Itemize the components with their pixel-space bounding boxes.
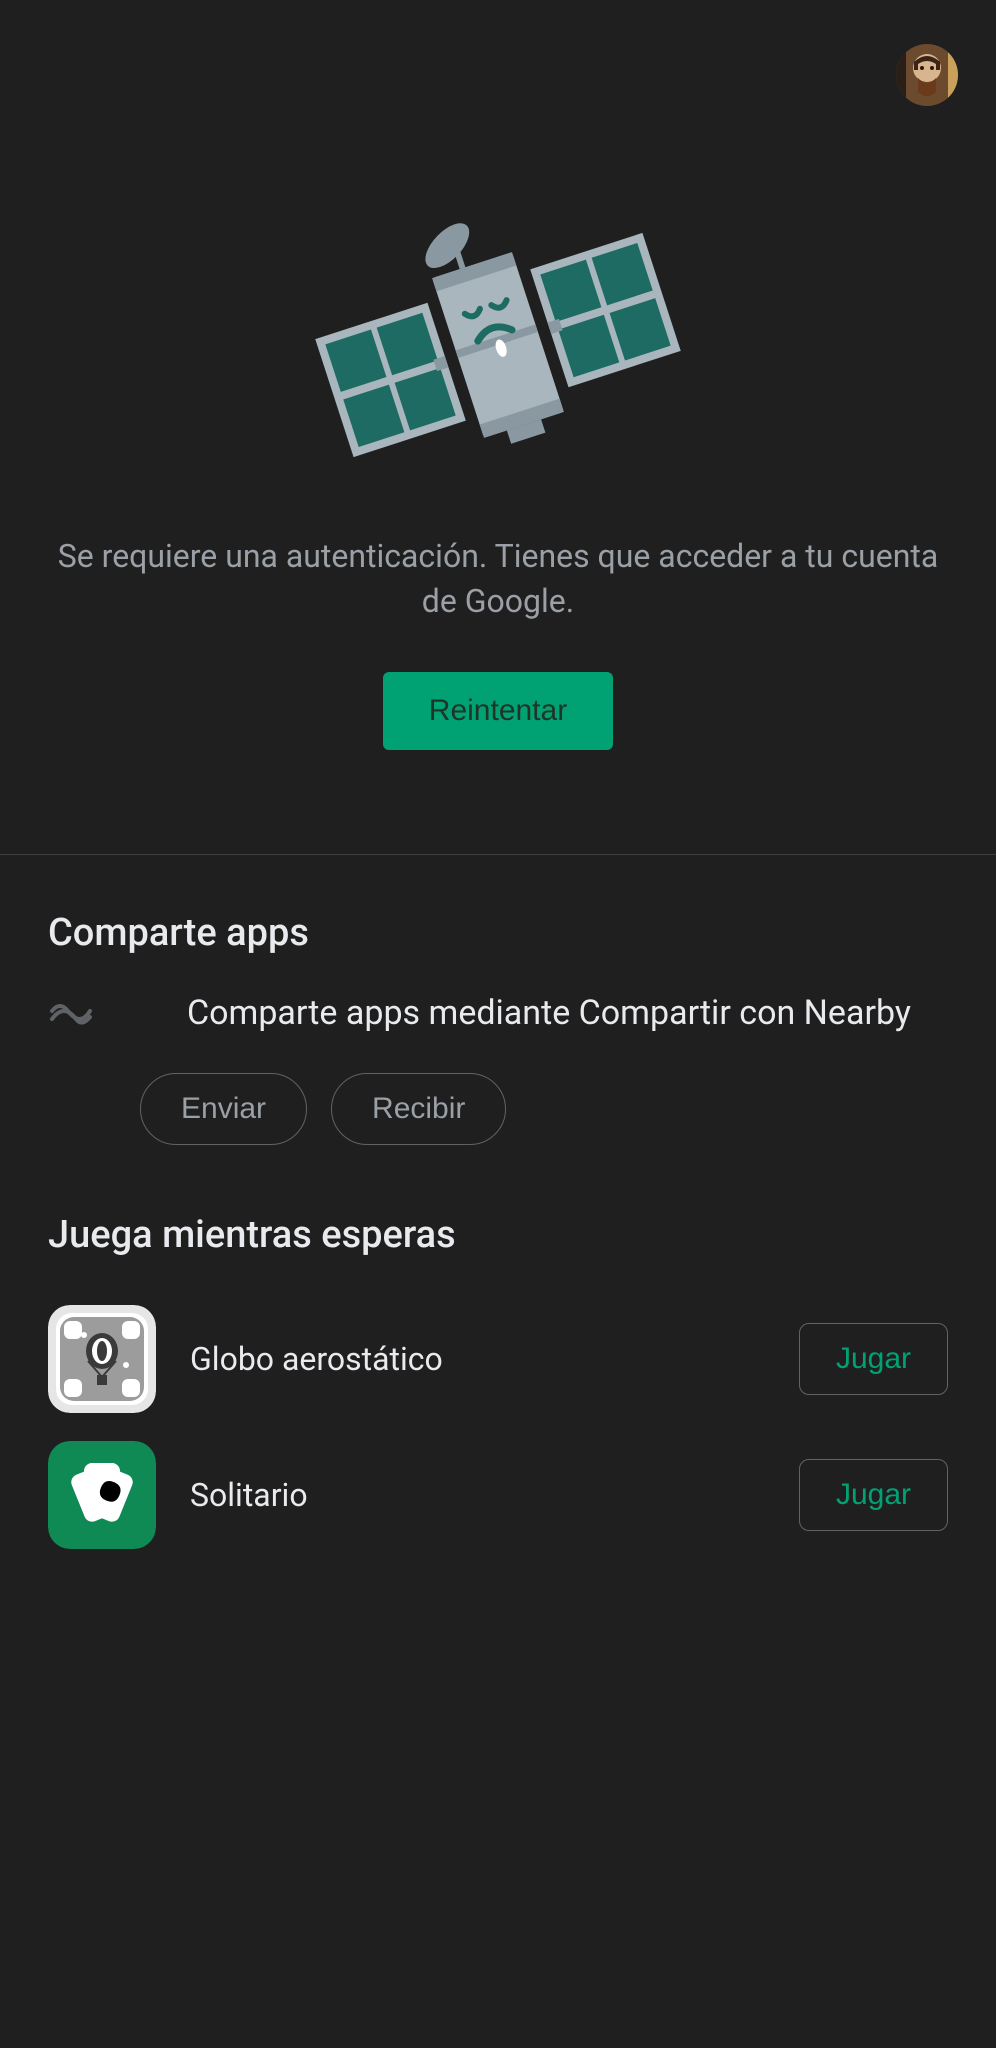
send-button[interactable]: Enviar — [140, 1073, 307, 1145]
top-bar — [0, 0, 996, 150]
divider — [0, 854, 996, 855]
error-message: Se requiere una autenticación. Tienes qu… — [48, 534, 948, 624]
error-section: Se requiere una autenticación. Tienes qu… — [0, 150, 996, 750]
share-apps-row: Comparte apps mediante Compartir con Nea… — [48, 991, 948, 1037]
play-while-wait-section: Juega mientras esperas — [0, 1213, 996, 1563]
solitaire-game-icon — [48, 1441, 156, 1549]
satellite-icon — [303, 200, 693, 484]
nearby-share-icon — [48, 991, 94, 1037]
share-apps-description: Comparte apps mediante Compartir con Nea… — [150, 991, 948, 1037]
game-row-solitaire[interactable]: Solitario Jugar — [48, 1427, 948, 1563]
balloon-game-icon — [48, 1305, 156, 1413]
share-buttons-row: Enviar Recibir — [48, 1073, 948, 1145]
share-apps-section: Comparte apps Comparte apps mediante Com… — [0, 911, 996, 1145]
game-name: Solitario — [190, 1476, 765, 1514]
share-apps-title: Comparte apps — [48, 911, 948, 955]
play-button[interactable]: Jugar — [799, 1459, 948, 1531]
play-while-wait-title: Juega mientras esperas — [48, 1213, 948, 1257]
receive-button[interactable]: Recibir — [331, 1073, 506, 1145]
game-row-balloon[interactable]: Globo aerostático Jugar — [48, 1291, 948, 1427]
game-name: Globo aerostático — [190, 1340, 765, 1378]
avatar[interactable] — [896, 44, 958, 106]
retry-button[interactable]: Reintentar — [383, 672, 613, 750]
play-button[interactable]: Jugar — [799, 1323, 948, 1395]
